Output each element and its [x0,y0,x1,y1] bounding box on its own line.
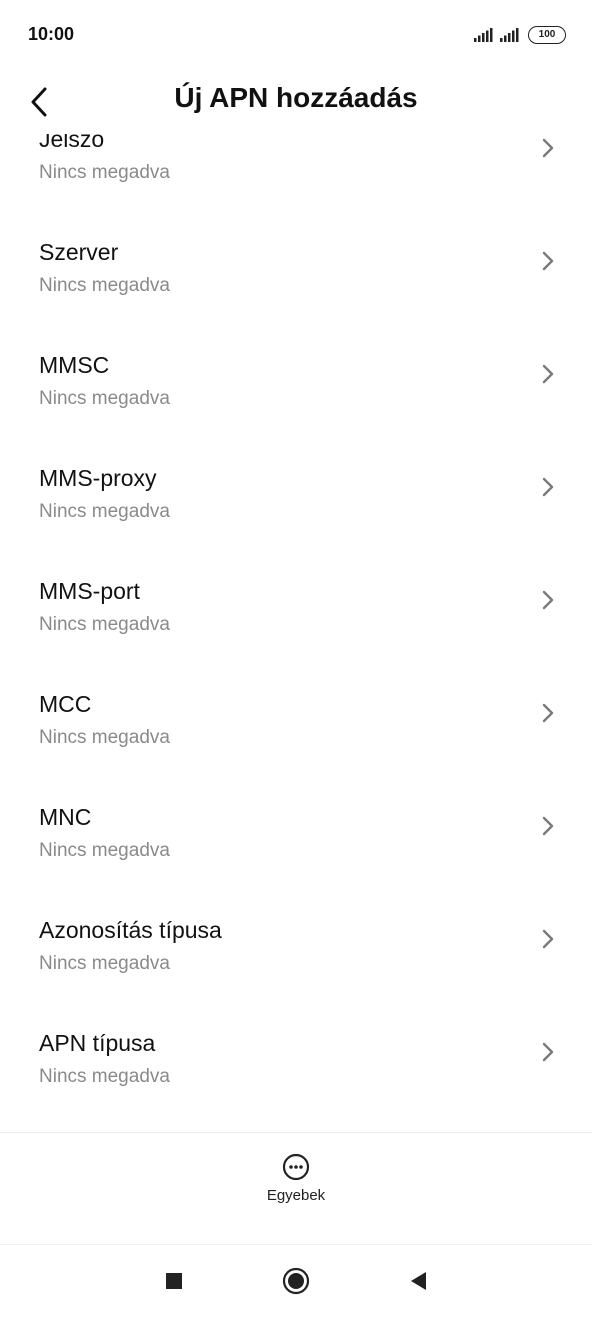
list-item[interactable]: Jelszó Nincs megadva [0,134,592,229]
back-button[interactable] [30,82,70,122]
list-item[interactable]: Azonosítás típusa Nincs megadva [0,907,592,1020]
item-value: Nincs megadva [39,275,170,296]
signal-icon [500,28,519,42]
chevron-right-icon [542,138,554,158]
bottom-action-bar: Egyebek [0,1132,592,1245]
item-title: MNC [39,804,92,830]
more-icon [282,1153,310,1181]
item-title: Azonosítás típusa [39,917,222,943]
battery-icon: 100 [528,26,566,44]
status-bar: 10:00 100 [0,0,592,70]
page-title: Új APN hozzáadás [174,82,418,113]
list-item[interactable]: Szerver Nincs megadva [0,229,592,342]
item-title: MCC [39,691,92,717]
list-item[interactable]: MNC Nincs megadva [0,794,592,907]
item-title: APN típusa [39,1030,156,1056]
chevron-right-icon [542,703,554,723]
chevron-right-icon [542,251,554,271]
home-button[interactable] [276,1261,316,1301]
item-value: Nincs megadva [39,162,170,183]
list-item[interactable]: APN típusa Nincs megadva [0,1020,592,1132]
chevron-right-icon [542,477,554,497]
status-time: 10:00 [28,24,75,44]
home-icon [282,1267,310,1295]
status-icons: 100 [474,25,566,45]
more-button[interactable]: Egyebek [246,1153,346,1223]
list-item[interactable]: MCC Nincs megadva [0,681,592,794]
item-value: Nincs megadva [39,840,170,861]
item-title: MMS-proxy [39,465,157,491]
item-title: Szerver [39,239,119,265]
item-title: Jelszó [39,134,105,152]
recents-button[interactable] [154,1261,194,1301]
item-value: Nincs megadva [39,388,170,409]
item-value: Nincs megadva [39,501,170,522]
list-item[interactable]: MMS-proxy Nincs megadva [0,455,592,568]
header: Új APN hozzáadás [0,70,592,134]
recents-icon [166,1273,182,1289]
more-label: Egyebek [266,1187,326,1204]
chevron-right-icon [542,590,554,610]
list-item[interactable]: MMS-port Nincs megadva [0,568,592,681]
back-icon [411,1272,426,1290]
nav-back-button[interactable] [398,1261,438,1301]
item-value: Nincs megadva [39,953,170,974]
item-value: Nincs megadva [39,1066,170,1087]
item-value: Nincs megadva [39,727,170,748]
item-title: MMSC [39,352,110,378]
navigation-bar [0,1244,592,1317]
list-container: Jelszó Nincs megadva Szerver Nincs megad… [0,134,592,1132]
chevron-right-icon [542,816,554,836]
item-title: MMS-port [39,578,140,604]
apn-settings-list[interactable]: Jelszó Nincs megadva Szerver Nincs megad… [0,134,592,1132]
chevron-right-icon [542,929,554,949]
chevron-right-icon [542,1042,554,1062]
signal-icon [474,28,493,42]
back-arrow-icon [31,87,47,117]
item-value: Nincs megadva [39,614,170,635]
chevron-right-icon [542,364,554,384]
list-item[interactable]: MMSC Nincs megadva [0,342,592,455]
